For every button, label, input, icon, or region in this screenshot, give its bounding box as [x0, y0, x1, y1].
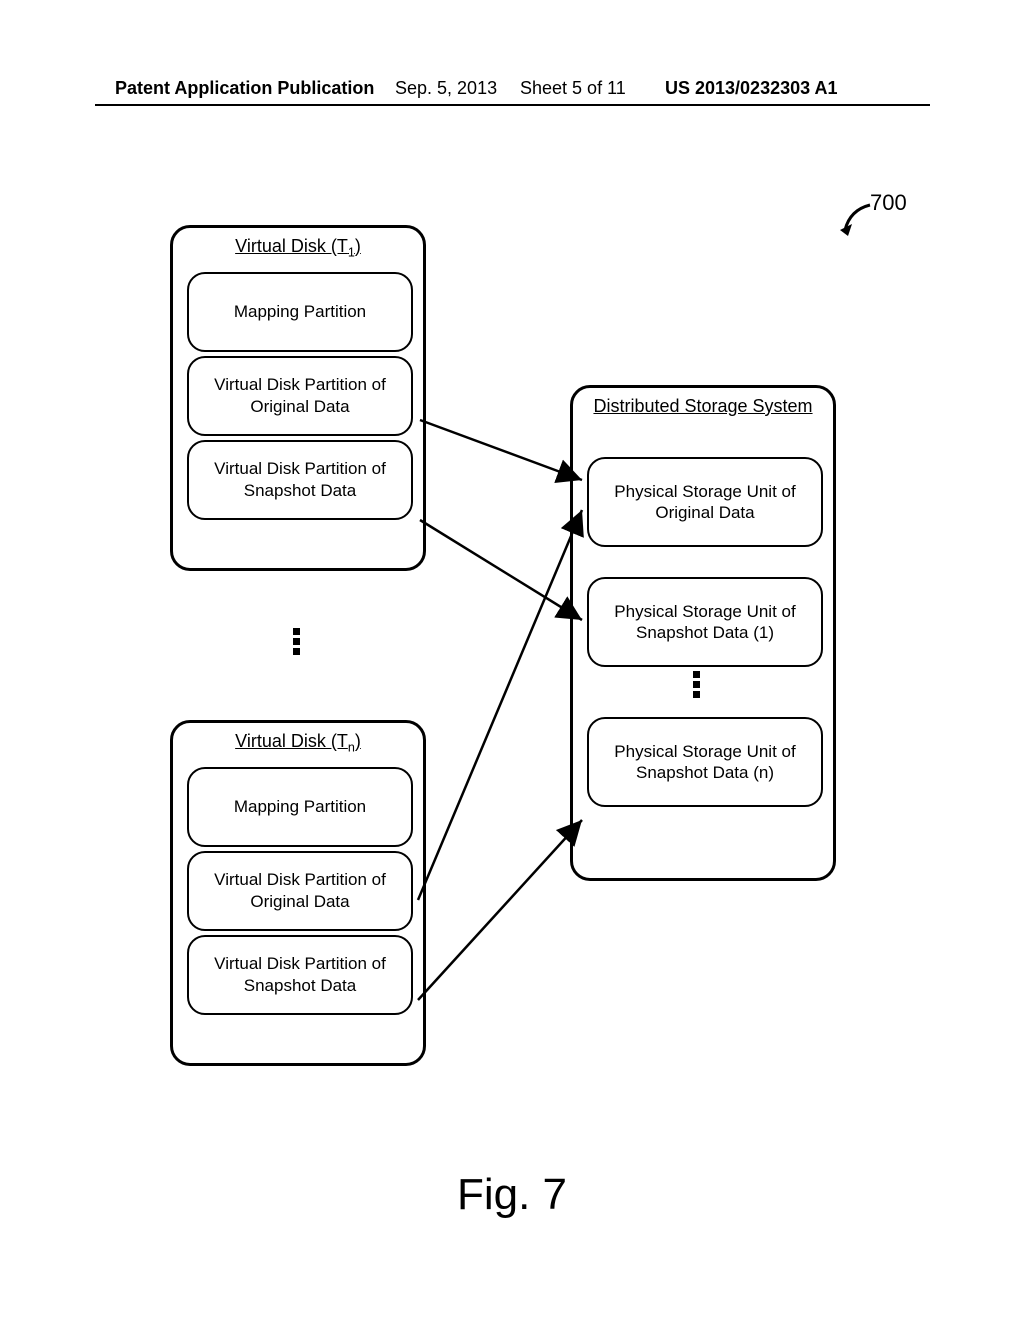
vd-t1-orig-partition: Virtual Disk Partition of Original Data	[187, 356, 413, 436]
dss-unit-snapshot-n: Physical Storage Unit of Snapshot Data (…	[587, 717, 823, 807]
header-pubno: US 2013/0232303 A1	[665, 78, 837, 99]
ellipsis-vertical-left	[293, 625, 300, 658]
header-pub: Patent Application Publication	[115, 78, 374, 99]
ellipsis-vertical-right	[693, 671, 953, 705]
header-rule	[95, 104, 930, 106]
vd-t1-title: Virtual Disk (T1)	[173, 236, 423, 260]
header-date: Sep. 5, 2013	[395, 78, 497, 99]
virtual-disk-tn: Virtual Disk (Tn) Mapping Partition Virt…	[170, 720, 426, 1066]
vd-t1-snap-partition: Virtual Disk Partition of Snapshot Data	[187, 440, 413, 520]
dss-title: Distributed Storage System	[573, 396, 833, 417]
vd-t1-mapping: Mapping Partition	[187, 272, 413, 352]
virtual-disk-t1: Virtual Disk (T1) Mapping Partition Virt…	[170, 225, 426, 571]
dss-unit-original: Physical Storage Unit of Original Data	[587, 457, 823, 547]
dss-unit-snapshot-1: Physical Storage Unit of Snapshot Data (…	[587, 577, 823, 667]
vd-tn-mapping: Mapping Partition	[187, 767, 413, 847]
vd-tn-orig-partition: Virtual Disk Partition of Original Data	[187, 851, 413, 931]
vd-tn-title: Virtual Disk (Tn)	[173, 731, 423, 755]
figure-leader-arrow	[840, 200, 880, 240]
distributed-storage-system: Distributed Storage System Physical Stor…	[570, 385, 836, 881]
figure-caption: Fig. 7	[0, 1170, 1024, 1220]
header-sheet: Sheet 5 of 11	[520, 78, 626, 99]
vd-tn-snap-partition: Virtual Disk Partition of Snapshot Data	[187, 935, 413, 1015]
